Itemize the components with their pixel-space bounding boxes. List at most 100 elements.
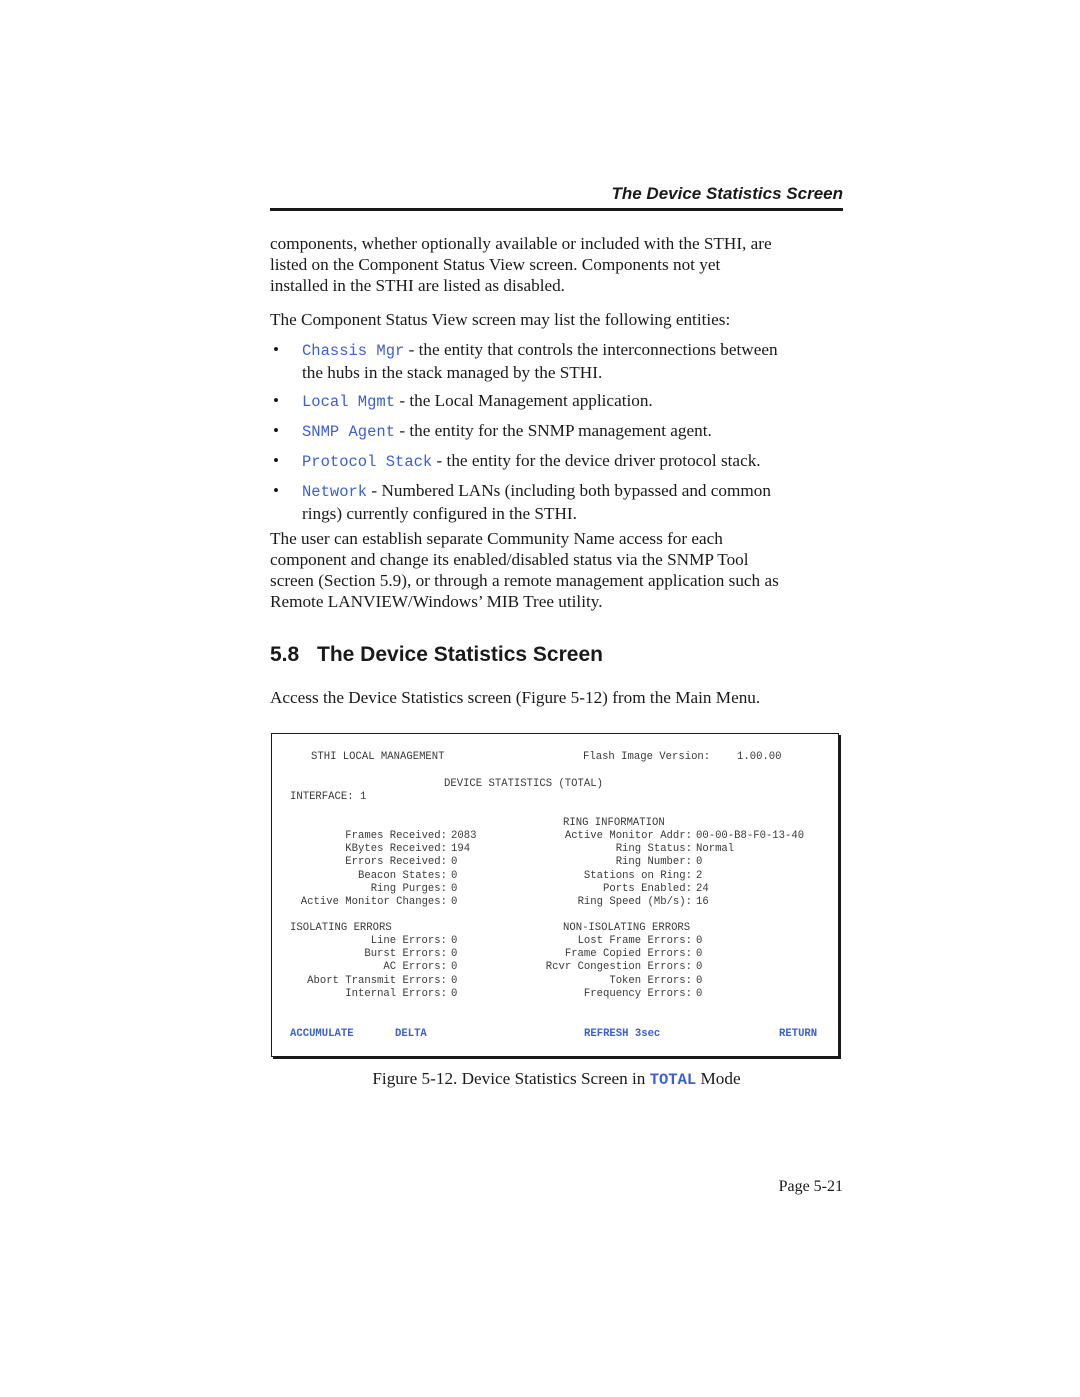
stat-label: Active Monitor Changes: xyxy=(300,896,447,909)
ring-label: Ring Number: xyxy=(615,856,692,869)
error-label: Internal Errors: xyxy=(345,987,447,1000)
list-item: • Local Mgmt - the Local Management appl… xyxy=(270,390,845,413)
access-paragraph: Access the Device Statistics screen (Fig… xyxy=(270,688,761,707)
text-line: screen (Section 5.9), or through a remot… xyxy=(270,571,779,590)
error-value: 0 xyxy=(696,961,703,974)
ring-info-values: 00-00-B8-F0-13-40 Normal 0 2 24 16 xyxy=(696,830,804,909)
non-isolating-errors-heading: NON-ISOLATING ERRORS xyxy=(563,922,691,934)
ring-value: 16 xyxy=(696,896,709,909)
error-value: 0 xyxy=(696,987,703,1000)
stat-label: KBytes Received: xyxy=(345,843,447,856)
community-paragraph: The user can establish separate Communit… xyxy=(270,528,845,612)
caption-prefix: Figure 5-12. Device Statistics Screen in xyxy=(372,1069,650,1088)
entity-name: Network xyxy=(302,483,368,501)
stat-label: Ring Purges: xyxy=(370,882,447,895)
receive-values: 2083 194 0 0 0 0 xyxy=(451,830,476,909)
entity-desc: the hubs in the stack managed by the STH… xyxy=(302,363,603,382)
entity-name: Protocol Stack xyxy=(302,453,433,471)
section-title: The Device Statistics Screen xyxy=(317,643,603,666)
entity-desc: - the entity for the device driver proto… xyxy=(432,451,761,470)
screen-title: DEVICE STATISTICS (TOTAL) xyxy=(444,778,603,790)
error-value: 0 xyxy=(451,974,458,987)
section-heading: 5.8 The Device Statistics Screen xyxy=(270,643,603,667)
section-number: 5.8 xyxy=(270,643,300,666)
entity-desc: - the Local Management application. xyxy=(395,391,653,410)
text-line: installed in the STHI are listed as disa… xyxy=(270,276,565,295)
entity-list: • Chassis Mgr - the entity that controls… xyxy=(270,339,845,524)
error-value: 0 xyxy=(696,974,703,987)
bullet-icon: • xyxy=(273,451,280,470)
delta-command[interactable]: DELTA xyxy=(395,1028,427,1040)
non-isolating-error-values: 0 0 0 0 0 xyxy=(696,935,702,1001)
stat-value: 0 xyxy=(451,869,458,882)
interface-field: INTERFACE: 1 xyxy=(290,791,366,804)
entity-desc: - the entity for the SNMP management age… xyxy=(395,421,712,440)
error-label: Rcvr Congestion Errors: xyxy=(545,961,692,974)
isolating-error-labels: Line Errors: Burst Errors: AC Errors: Ab… xyxy=(272,935,447,1001)
error-value: 0 xyxy=(451,935,458,947)
stat-label: Frames Received: xyxy=(345,830,447,842)
text-line: component and change its enabled/disable… xyxy=(270,550,749,569)
error-label: Frequency Errors: xyxy=(583,987,692,1000)
text-line: listed on the Component Status View scre… xyxy=(270,255,721,274)
text-line: The user can establish separate Communit… xyxy=(270,529,723,548)
error-label: Lost Frame Errors: xyxy=(577,935,692,947)
page-number: Page 5-21 xyxy=(778,1178,843,1195)
isolating-error-values: 0 0 0 0 0 xyxy=(451,935,457,1001)
header-rule xyxy=(270,208,843,211)
error-label: AC Errors: xyxy=(383,961,447,974)
entity-name: SNMP Agent xyxy=(302,423,396,441)
return-command[interactable]: RETURN xyxy=(779,1028,817,1040)
interface-value: 1 xyxy=(359,791,367,803)
list-item: • Chassis Mgr - the entity that controls… xyxy=(270,339,845,383)
refresh-command[interactable]: REFRESH 3sec xyxy=(584,1028,660,1040)
app-title: STHI LOCAL MANAGEMENT xyxy=(311,751,445,763)
figure-caption: Figure 5-12. Device Statistics Screen in… xyxy=(270,1069,843,1089)
entity-name: Local Mgmt xyxy=(302,393,396,411)
stat-value: 0 xyxy=(451,856,458,869)
entity-desc: rings) currently configured in the STHI. xyxy=(302,504,577,523)
bullet-icon: • xyxy=(273,391,280,410)
error-label: Line Errors: xyxy=(370,935,447,947)
text-line: Remote LANVIEW/Windows’ MIB Tree utility… xyxy=(270,592,603,611)
ring-info-heading: RING INFORMATION xyxy=(563,817,665,829)
list-item: • SNMP Agent - the entity for the SNMP m… xyxy=(270,420,845,443)
error-value: 0 xyxy=(451,987,458,1000)
interface-label: INTERFACE: xyxy=(290,791,354,803)
list-item: • Network - Numbered LANs (including bot… xyxy=(270,480,845,524)
text-line: components, whether optionally available… xyxy=(270,234,772,253)
ring-label: Stations on Ring: xyxy=(583,869,692,882)
isolating-errors-heading: ISOLATING ERRORS xyxy=(290,922,392,934)
receive-stats: Frames Received: KBytes Received: Errors… xyxy=(272,830,447,909)
stat-value: 194 xyxy=(451,843,471,856)
bullet-icon: • xyxy=(273,340,280,359)
ring-label: Ring Speed (Mb/s): xyxy=(577,896,692,909)
flash-version-label: Flash Image Version: xyxy=(583,751,711,763)
error-label: Abort Transmit Errors: xyxy=(307,974,447,987)
bullet-icon: • xyxy=(273,481,280,500)
intro-paragraph: components, whether optionally available… xyxy=(270,233,845,296)
bullet-icon: • xyxy=(273,421,280,440)
terminal-screen: STHI LOCAL MANAGEMENT Flash Image Versio… xyxy=(271,733,839,1057)
ring-info-labels: Active Monitor Addr: Ring Status: Ring N… xyxy=(492,830,692,909)
stat-label: Beacon States: xyxy=(357,869,447,882)
error-label: Token Errors: xyxy=(609,974,692,987)
stat-value: 2083 xyxy=(451,830,477,842)
ring-value: 24 xyxy=(696,882,709,895)
ring-label: Ring Status: xyxy=(615,843,692,856)
error-label: Frame Copied Errors: xyxy=(564,948,692,961)
entity-name: Chassis Mgr xyxy=(302,342,405,360)
caption-mode: TOTAL xyxy=(649,1071,697,1089)
stat-value: 0 xyxy=(451,882,458,895)
non-isolating-error-labels: Lost Frame Errors: Frame Copied Errors: … xyxy=(492,935,692,1001)
error-label: Burst Errors: xyxy=(364,948,447,961)
entity-desc: - Numbered LANs (including both bypassed… xyxy=(367,481,771,500)
ring-label: Active Monitor Addr: xyxy=(564,830,692,842)
error-value: 0 xyxy=(451,948,458,961)
entities-lead: The Component Status View screen may lis… xyxy=(270,310,731,329)
error-value: 0 xyxy=(451,961,458,974)
accumulate-command[interactable]: ACCUMULATE xyxy=(290,1028,354,1040)
error-value: 0 xyxy=(696,935,703,947)
ring-value: 00-00-B8-F0-13-40 xyxy=(696,830,805,842)
caption-suffix: Mode xyxy=(696,1069,741,1088)
